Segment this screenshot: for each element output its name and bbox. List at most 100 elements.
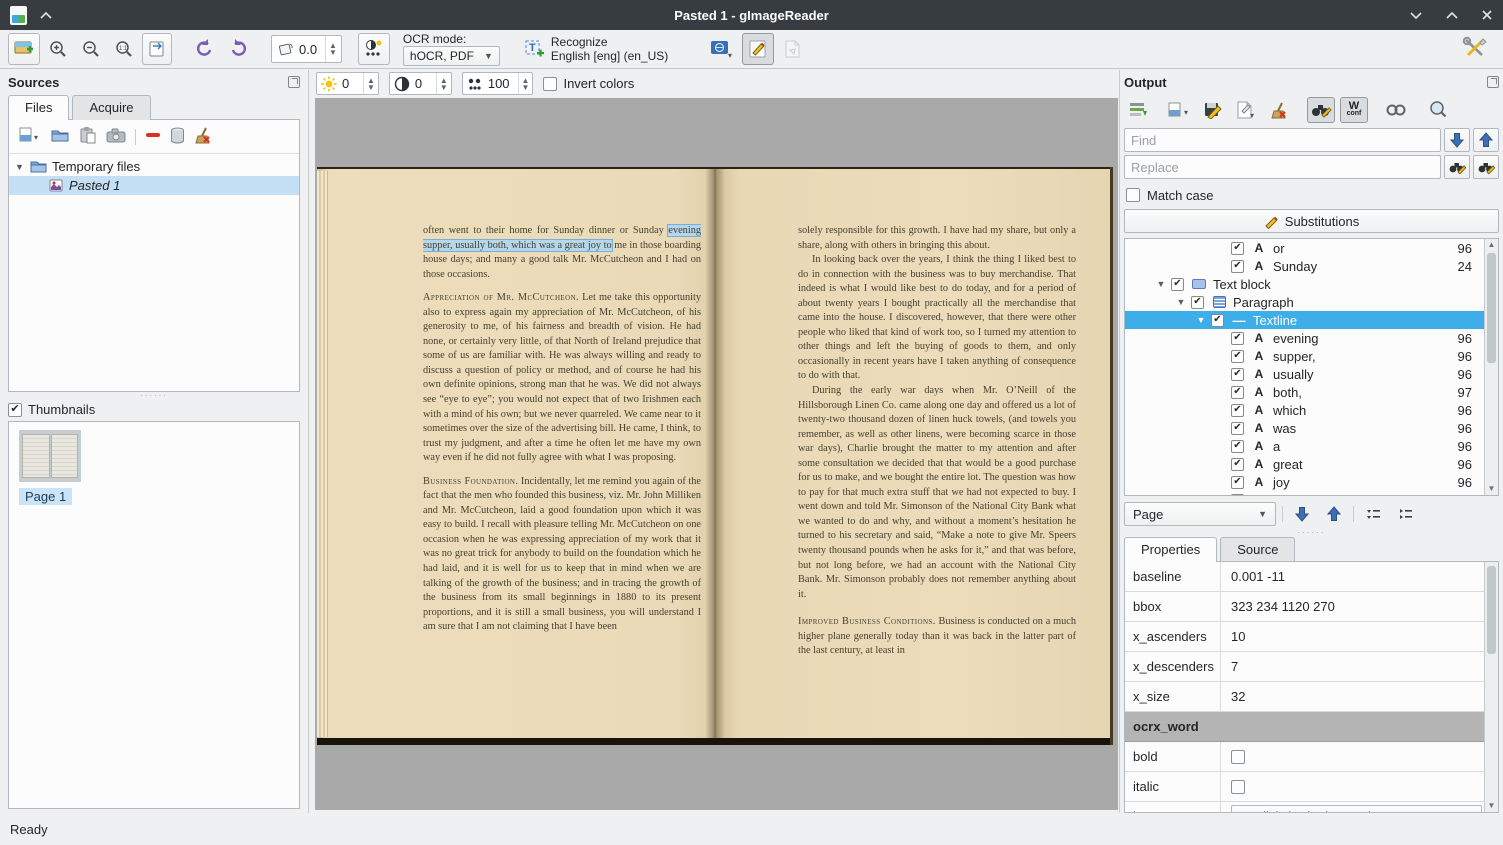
screenshot-button[interactable] [106, 128, 126, 146]
add-file-button[interactable]: ▾ [17, 126, 41, 147]
ocr-tree-row[interactable]: Awas96 [1125, 419, 1498, 437]
property-value[interactable]: 0.001 -11 [1221, 569, 1498, 584]
tab-properties[interactable]: Properties [1124, 537, 1217, 562]
preview-toggle[interactable] [1382, 97, 1410, 123]
item-enabled-checkbox[interactable] [1231, 260, 1244, 273]
property-value[interactable]: 7 [1221, 659, 1498, 674]
maximize-button[interactable] [1445, 10, 1459, 20]
tree-scrollbar[interactable]: ▲ ▼ [1484, 239, 1498, 495]
thumbnail-page-label[interactable]: Page 1 [19, 488, 72, 505]
thumbnails-checkbox[interactable] [8, 403, 22, 417]
expander-icon[interactable]: ▼ [15, 162, 25, 172]
replace-all-button[interactable] [1473, 155, 1499, 179]
ocr-tree-row[interactable]: Aa96 [1125, 437, 1498, 455]
find-prev-button[interactable] [1473, 128, 1499, 152]
ocr-tree-row[interactable]: Aevening96 [1125, 329, 1498, 347]
ocr-tree-row[interactable]: ▼—Textline [1125, 311, 1498, 329]
property-value[interactable]: 10 [1221, 629, 1498, 644]
settings-tools-icon[interactable] [1461, 35, 1489, 64]
expand-all-button[interactable] [1360, 502, 1386, 526]
property-value[interactable]: 32 [1221, 689, 1498, 704]
sources-splitter[interactable]: ······ [8, 392, 300, 399]
tree-folder-row[interactable]: ▼ Temporary files [9, 157, 299, 176]
expander-icon[interactable]: ▼ [1171, 297, 1191, 307]
ocr-mode-select[interactable]: hOCR, PDF ▼ [403, 46, 500, 66]
ocr-tree-row[interactable]: ▼Text block [1125, 275, 1498, 293]
item-enabled-checkbox[interactable] [1211, 314, 1224, 327]
properties-scrollbar[interactable]: ▼ [1484, 562, 1498, 812]
remove-image-button[interactable] [145, 127, 161, 146]
item-enabled-checkbox[interactable] [1231, 332, 1244, 345]
shade-icon[interactable] [39, 8, 53, 23]
open-hocr-button[interactable]: ▾ [1166, 97, 1194, 123]
invert-colors-checkbox[interactable] [543, 77, 557, 91]
scroll-down-icon[interactable]: ▼ [1485, 800, 1498, 812]
collapse-all-button[interactable] [1392, 502, 1418, 526]
item-enabled-checkbox[interactable] [1231, 242, 1244, 255]
item-enabled-checkbox[interactable] [1231, 350, 1244, 363]
find-replace-toggle[interactable] [1307, 97, 1335, 123]
match-case-checkbox[interactable] [1126, 188, 1140, 202]
scanned-book-image[interactable]: often went to their home for Sunday dinn… [317, 167, 1113, 745]
tab-acquire[interactable]: Acquire [72, 95, 150, 120]
navigate-prev-button[interactable] [1321, 502, 1347, 526]
ocr-tree-row[interactable]: Asupper,96 [1125, 347, 1498, 365]
ocr-tree-row[interactable]: Ato96 [1125, 491, 1498, 496]
clear-output-button[interactable] [1265, 97, 1293, 123]
image-controls-toggle[interactable] [358, 33, 390, 65]
item-enabled-checkbox[interactable] [1231, 458, 1244, 471]
rotation-spinbox[interactable]: 0.0 ▲▼ [271, 35, 342, 63]
rotate-right-button[interactable] [223, 33, 255, 65]
word-confidence-toggle[interactable]: W conf [1340, 97, 1368, 123]
zoom-original-button[interactable]: 1:1 [109, 33, 139, 65]
delete-image-button[interactable] [170, 127, 185, 147]
clear-list-button[interactable] [194, 127, 212, 147]
ocr-tree-row[interactable]: ▼Paragraph [1125, 293, 1498, 311]
page-thumbnail[interactable] [19, 430, 81, 482]
detach-sources-icon[interactable] [288, 76, 300, 88]
output-splitter[interactable]: ······ [1124, 528, 1499, 536]
add-images-button[interactable] [8, 33, 40, 65]
navigation-target-select[interactable]: Page ▼ [1124, 502, 1276, 526]
substitutions-button[interactable]: Substitutions [1124, 209, 1499, 233]
expander-icon[interactable]: ▼ [1151, 279, 1171, 289]
zoom-in-button[interactable] [43, 33, 73, 65]
lang-select[interactable]: English (United States)▼ [1231, 805, 1482, 814]
item-enabled-checkbox[interactable] [1191, 296, 1204, 309]
ocr-tree-row[interactable]: Awhich96 [1125, 401, 1498, 419]
resolution-spin-arrows[interactable]: ▲▼ [518, 73, 533, 94]
edit-mode-toggle[interactable] [742, 33, 774, 65]
brightness-spinbox[interactable]: 0 ▲▼ [316, 72, 379, 95]
bold-checkbox[interactable] [1231, 750, 1245, 764]
item-enabled-checkbox[interactable] [1231, 404, 1244, 417]
ocr-tree-row[interactable]: Ajoy96 [1125, 473, 1498, 491]
brightness-spin-arrows[interactable]: ▲▼ [363, 73, 378, 94]
language-flag-button[interactable]: ▾ [703, 33, 739, 65]
detach-output-icon[interactable] [1487, 76, 1499, 88]
tree-file-row[interactable]: Pasted 1 [9, 176, 299, 195]
item-enabled-checkbox[interactable] [1231, 440, 1244, 453]
insert-mode-button[interactable] [1124, 97, 1152, 123]
export-button[interactable]: ▾ [1232, 97, 1260, 123]
zoom-source-button[interactable] [1424, 97, 1452, 123]
close-button[interactable] [1481, 9, 1493, 21]
italic-checkbox[interactable] [1231, 780, 1245, 794]
ocr-tree-row[interactable]: Aboth,97 [1125, 383, 1498, 401]
item-enabled-checkbox[interactable] [1231, 422, 1244, 435]
ocr-tree-row[interactable]: Ausually96 [1125, 365, 1498, 383]
minimize-button[interactable] [1409, 10, 1423, 20]
ocr-tree-row[interactable]: Aor96 [1125, 239, 1498, 257]
replace-button[interactable] [1444, 155, 1470, 179]
image-canvas[interactable]: often went to their home for Sunday dinn… [315, 98, 1118, 810]
rotation-spin-arrows[interactable]: ▲▼ [325, 36, 340, 62]
item-enabled-checkbox[interactable] [1171, 278, 1184, 291]
ocr-tree-row[interactable]: Agreat96 [1125, 455, 1498, 473]
recognize-button[interactable]: T Recognize English [eng] (en_US) [517, 33, 674, 65]
scroll-down-icon[interactable]: ▼ [1485, 483, 1498, 495]
save-hocr-button[interactable] [1199, 97, 1227, 123]
property-value[interactable]: 323 234 1120 270 [1221, 599, 1498, 614]
tab-source[interactable]: Source [1220, 537, 1295, 562]
zoom-fit-button[interactable] [142, 33, 172, 65]
item-enabled-checkbox[interactable] [1231, 368, 1244, 381]
selected-textline-highlight[interactable]: evening supper, usually both, which was … [423, 225, 701, 251]
